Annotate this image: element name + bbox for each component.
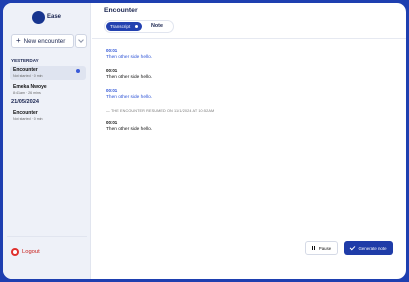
plus-icon: + xyxy=(16,36,21,45)
entry-timestamp: 00:01 xyxy=(106,88,118,93)
header-divider xyxy=(92,38,406,39)
generate-note-label: Generate note xyxy=(358,245,387,251)
tab-transcript-label: Transcript xyxy=(110,24,131,29)
entry-timestamp: 00:01 xyxy=(106,48,118,53)
transcript-entry: 00:01 Then other side hello. xyxy=(106,88,152,100)
entry-text: Then other side hello. xyxy=(106,55,153,60)
pause-button[interactable]: Pause xyxy=(305,241,338,255)
encounter-item-title: Encounter xyxy=(13,67,38,73)
check-icon xyxy=(350,244,356,251)
tab-transcript[interactable]: Transcript xyxy=(106,22,142,31)
entry-timestamp: 00:01 xyxy=(106,68,118,73)
sidebar: Ease + New encounter YESTERDAY Encounter… xyxy=(3,3,91,279)
entry-timestamp: 00:01 xyxy=(106,120,118,125)
encounter-item[interactable]: Encounter Not started · 0 min xyxy=(10,66,86,80)
new-encounter-button[interactable]: + New encounter xyxy=(11,34,74,48)
new-encounter-label: New encounter xyxy=(23,37,66,45)
generate-note-button[interactable]: Generate note xyxy=(344,241,393,255)
chevron-down-icon xyxy=(78,37,84,43)
session-resumed-notice: — THE ENCOUNTER RESUMED ON 11/1/2024 AT … xyxy=(106,109,215,113)
app-logo: Ease xyxy=(32,11,72,27)
section-label-yesterday: YESTERDAY xyxy=(11,58,39,63)
encounter-item-title: Emeka Nwoye xyxy=(13,84,47,90)
sidebar-divider xyxy=(7,236,87,237)
logo-text: Ease xyxy=(47,14,62,20)
entry-text: Then other side hello. xyxy=(106,127,153,132)
transcript-entry: 00:01 Then other side hello. xyxy=(106,48,152,60)
encounter-item-meta: Not started · 0 min xyxy=(13,117,43,121)
section-label-date: 21/05/2024 xyxy=(11,99,39,105)
encounter-item-title: Encounter xyxy=(13,110,38,116)
logout-button[interactable]: Logout xyxy=(11,247,40,257)
page-title: Encounter xyxy=(104,7,138,14)
encounter-item[interactable]: Encounter Not started · 0 min xyxy=(10,109,86,123)
logout-label: Logout xyxy=(22,249,40,255)
logo-icon xyxy=(32,11,45,24)
unread-dot-icon xyxy=(76,69,80,73)
pause-label: Pause xyxy=(318,245,332,251)
transcript-entry: 00:01 Then other side hello. xyxy=(106,120,152,132)
new-encounter-menu-button[interactable] xyxy=(75,34,87,48)
main-panel: Encounter Transcript Note 00:01 Then oth… xyxy=(92,3,406,279)
logout-icon xyxy=(11,248,19,256)
transcript-entry: 00:01 Then other side hello. xyxy=(106,68,152,80)
encounter-item-meta: 8:41am · 26 mins xyxy=(13,91,41,95)
app-window: Ease + New encounter YESTERDAY Encounter… xyxy=(3,3,406,279)
view-tabs: Transcript Note xyxy=(104,20,174,33)
pause-icon xyxy=(312,246,316,250)
recording-dot-icon xyxy=(135,25,138,28)
encounter-item-meta: Not started · 0 min xyxy=(13,74,43,78)
entry-text: Then other side hello. xyxy=(106,75,153,80)
encounter-item[interactable]: Emeka Nwoye 8:41am · 26 mins xyxy=(10,83,86,97)
tab-note[interactable]: Note xyxy=(151,23,163,29)
entry-text: Then other side hello. xyxy=(106,95,153,100)
